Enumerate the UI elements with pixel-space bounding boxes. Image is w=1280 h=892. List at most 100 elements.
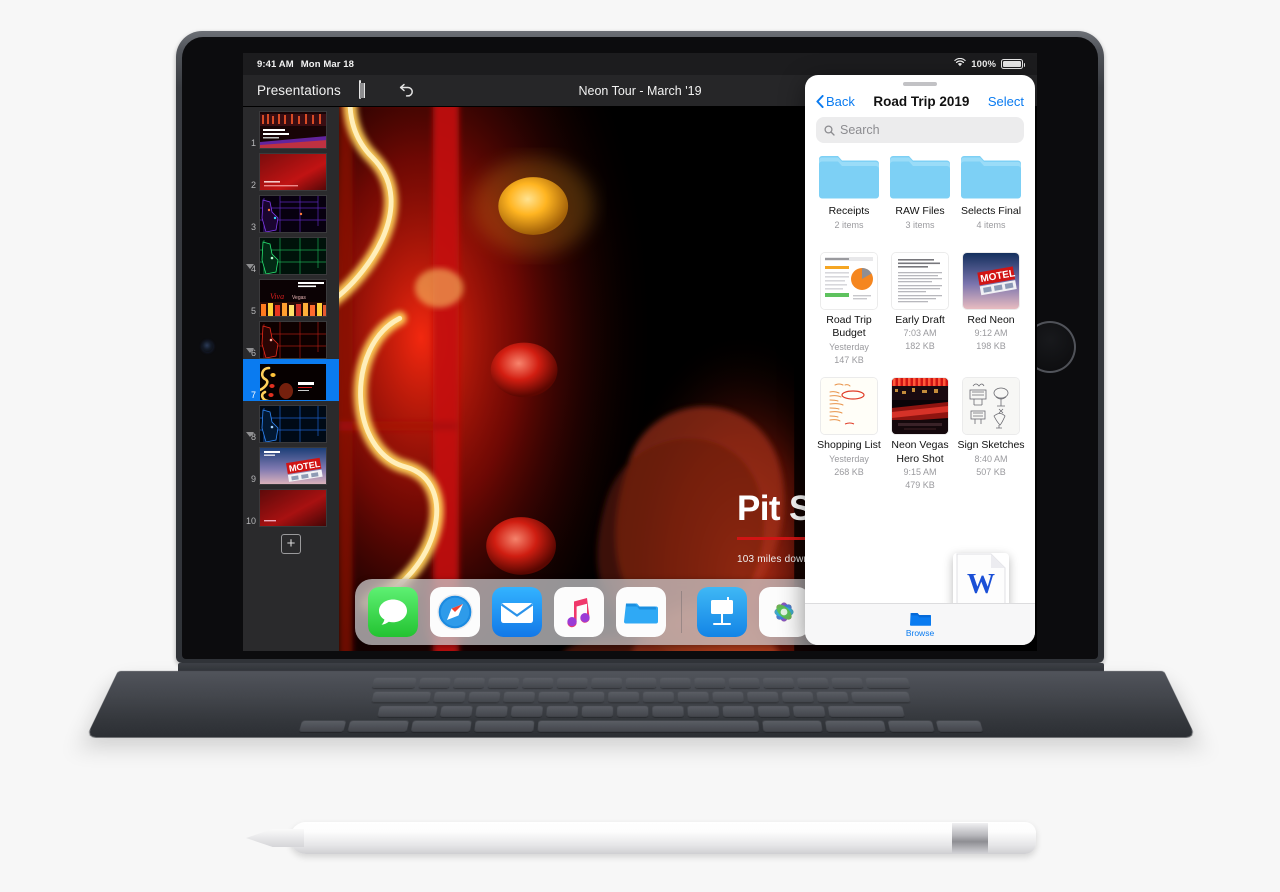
keyboard-key[interactable] (503, 691, 536, 703)
keyboard-key[interactable] (887, 720, 935, 732)
slide-thumbnail-9[interactable]: 9 MOTEL (243, 443, 339, 485)
slide-thumbnail-7[interactable]: 7 (243, 359, 339, 401)
folder-item[interactable]: Selects Final 4 items (957, 153, 1025, 241)
keyboard-key[interactable] (522, 677, 554, 689)
files-content-scroll[interactable]: Receipts 2 items RAW Files 3 items Selects F… (805, 153, 1035, 603)
files-icon[interactable] (616, 587, 666, 637)
keyboard-key[interactable] (792, 706, 826, 717)
presentations-back-button[interactable]: Presentations (257, 83, 341, 98)
ipad-device: 9:41 AM Mon Mar 18 100% Presentations Ne… (176, 31, 1104, 663)
keyboard-key[interactable] (625, 677, 657, 689)
messages-icon[interactable] (368, 587, 418, 637)
keyboard-key[interactable] (581, 706, 614, 717)
keyboard-key[interactable] (617, 706, 649, 717)
keyboard-key[interactable] (728, 677, 760, 689)
keynote-icon[interactable] (697, 587, 747, 637)
keyboard-key[interactable] (439, 706, 473, 717)
undo-arrow-icon[interactable] (396, 83, 415, 100)
slide-navigator[interactable]: 1 2 3 4 5 Viva Vegas 6 7 8 9 MOTEL 10 + (243, 107, 339, 651)
keyboard-key[interactable] (546, 706, 579, 717)
keyboard-key[interactable] (746, 691, 779, 703)
keyboard-key[interactable] (850, 691, 911, 703)
keyboard-key[interactable] (660, 677, 691, 689)
keyboard-key[interactable] (475, 706, 508, 717)
files-select-button[interactable]: Select (988, 94, 1024, 109)
keyboard-key[interactable] (762, 677, 795, 689)
files-tab-bar[interactable]: Browse (805, 603, 1035, 645)
file-item[interactable]: Shopping List Yesterday 268 KB (815, 378, 883, 501)
keyboard-key[interactable] (831, 677, 864, 689)
keyboard-key[interactable] (298, 720, 347, 732)
slide-thumbnail-5[interactable]: 5 Viva Vegas (243, 275, 339, 317)
keyboard-key[interactable] (510, 706, 543, 717)
keyboard-key[interactable] (796, 677, 829, 689)
keyboard-key[interactable] (347, 720, 409, 732)
dragged-file-preview[interactable]: W (953, 553, 1009, 603)
keyboard-key[interactable] (816, 691, 849, 703)
slide-thumbnail-1[interactable]: 1 (243, 107, 339, 149)
keyboard-key[interactable] (487, 677, 520, 689)
mail-icon[interactable] (492, 587, 542, 637)
keyboard-key[interactable] (652, 706, 684, 717)
photos-icon[interactable] (759, 587, 809, 637)
status-time: 9:41 AM (257, 58, 294, 70)
keyboard-key[interactable] (377, 706, 438, 717)
keyboard-key[interactable] (591, 677, 622, 689)
file-item[interactable]: Road Trip Budget Yesterday 147 KB (815, 252, 883, 376)
file-item[interactable]: Sign Sketches 8:40 AM 507 KB (957, 378, 1025, 501)
slide-thumbnail-6[interactable]: 6 (243, 317, 339, 359)
view-options-icon[interactable] (358, 80, 378, 100)
safari-icon[interactable] (430, 587, 480, 637)
smart-keyboard-folio (85, 663, 1197, 755)
keyboard-key[interactable] (694, 677, 726, 689)
keyboard-key[interactable] (687, 706, 720, 717)
keyboard-key[interactable] (573, 691, 605, 703)
keyboard-key[interactable] (371, 677, 417, 689)
keyboard-key[interactable] (762, 720, 823, 732)
collapse-caret-icon[interactable] (246, 432, 254, 437)
keyboard-key[interactable] (453, 677, 486, 689)
keyboard-key[interactable] (538, 691, 570, 703)
slide-preview-title-neon-strip (259, 111, 327, 149)
slide-thumbnail-3[interactable]: 3 (243, 191, 339, 233)
keyboard-key[interactable] (781, 691, 814, 703)
keyboard-key[interactable] (757, 706, 791, 717)
file-item[interactable]: Early Draft 7:03 AM 182 KB (886, 252, 954, 376)
keyboard-key[interactable] (677, 691, 709, 703)
folder-item[interactable]: RAW Files 3 items (886, 153, 954, 241)
keyboard-key[interactable] (825, 720, 886, 732)
keyboard-key[interactable] (410, 720, 472, 732)
collapse-caret-icon[interactable] (246, 264, 254, 269)
files-slide-over-panel[interactable]: Back Road Trip 2019 Select Search Receip… (805, 75, 1035, 645)
files-back-button[interactable]: Back (816, 94, 855, 109)
keyboard-key[interactable] (433, 691, 466, 703)
keyboard-key[interactable] (827, 706, 905, 717)
keyboard-key[interactable] (608, 691, 639, 703)
keyboard-key[interactable] (712, 691, 744, 703)
keyboard-key[interactable] (474, 720, 535, 732)
slide-preview-vegas-strip-photo: Viva Vegas (259, 279, 327, 317)
file-grid: Road Trip Budget Yesterday 147 KB Early Dra… (815, 252, 1025, 502)
keyboard-key[interactable] (722, 706, 755, 717)
keyboard-key[interactable] (556, 677, 588, 689)
keyboard-key[interactable] (935, 720, 984, 732)
slide-thumbnail-8[interactable]: 8 (243, 401, 339, 443)
keyboard-key[interactable] (418, 677, 451, 689)
files-search-input[interactable]: Search (816, 117, 1024, 143)
slide-thumbnail-10[interactable]: 10 (243, 485, 339, 527)
keyboard-key[interactable] (865, 677, 911, 689)
folder-icon (818, 153, 880, 199)
keyboard-key[interactable] (643, 691, 674, 703)
collapse-caret-icon[interactable] (246, 348, 254, 353)
add-slide-plus-icon[interactable]: + (281, 534, 301, 554)
keyboard-key[interactable] (371, 691, 432, 703)
folder-item[interactable]: Receipts 2 items (815, 153, 883, 241)
keyboard-key[interactable] (537, 720, 760, 732)
slide-thumbnail-4[interactable]: 4 (243, 233, 339, 275)
slide-thumbnail-2[interactable]: 2 (243, 149, 339, 191)
file-item[interactable]: MOTEL Red Neon 9:12 AM 198 KB (957, 252, 1025, 376)
keyboard-key[interactable] (468, 691, 501, 703)
keyboard-deck[interactable] (85, 671, 1197, 738)
file-item[interactable]: Neon Vegas Hero Shot 9:15 AM 479 KB (886, 378, 954, 501)
music-icon[interactable] (554, 587, 604, 637)
